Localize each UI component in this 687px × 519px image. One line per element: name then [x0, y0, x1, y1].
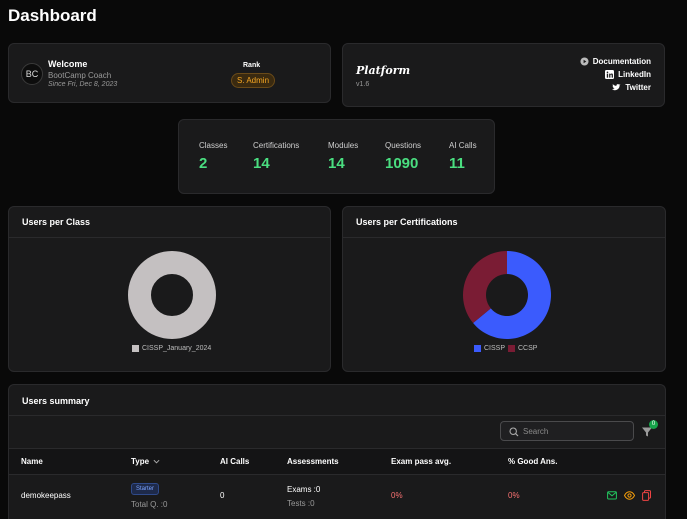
linkedin-link[interactable]: LinkedIn: [605, 70, 651, 79]
legend-item-ccsp[interactable]: CCSP: [508, 345, 537, 352]
stat-ai-calls-value: 11: [449, 155, 465, 172]
users-per-certifications-title: Users per Certifications: [356, 217, 458, 227]
stat-questions-label: Questions: [385, 141, 422, 150]
legend-label: CCSP: [518, 345, 538, 352]
chevron-down-icon: [153, 459, 160, 464]
cell-exams: Exams :0: [287, 485, 321, 494]
linkedin-label: LinkedIn: [618, 70, 651, 79]
users-per-certifications-card: Users per Certifications CISSP CCSP: [342, 206, 666, 372]
stat-certifications-label: Certifications: [253, 141, 300, 150]
legend-swatch: [474, 345, 481, 352]
filter-button[interactable]: 0: [641, 420, 658, 437]
column-header-exam-pass-avg: Exam pass avg.: [391, 457, 452, 466]
cell-total-q: Total Q. :0: [131, 500, 168, 509]
search-input[interactable]: Search: [500, 421, 634, 441]
card-divider: [9, 415, 665, 416]
welcome-title: Welcome: [48, 59, 88, 69]
user-role: BootCamp Coach: [48, 71, 112, 80]
legend-swatch: [132, 345, 139, 352]
eye-icon[interactable]: [624, 491, 635, 500]
users-per-certifications-chart: [463, 251, 551, 339]
stat-ai-calls-label: AI Calls: [449, 141, 477, 150]
stat-modules-value: 14: [328, 155, 345, 172]
search-placeholder: Search: [523, 427, 549, 436]
mail-icon[interactable]: [607, 491, 617, 500]
rank-label: Rank: [243, 62, 261, 69]
cell-ai-calls: 0: [220, 491, 225, 500]
cell-exam-pass-avg: 0%: [391, 491, 403, 500]
stat-modules-label: Modules: [328, 141, 359, 150]
users-per-class-title: Users per Class: [22, 217, 91, 227]
platform-name: Platform: [356, 64, 411, 77]
column-header-assessments: Assessments: [287, 457, 339, 466]
column-header-good-ans: % Good Ans.: [508, 457, 558, 466]
stat-questions-value: 1090: [385, 155, 419, 172]
twitter-icon: [612, 84, 621, 91]
column-header-name: Name: [21, 457, 43, 466]
legend-item-cissp-january-2024[interactable]: CISSP_January_2024: [132, 345, 211, 352]
card-divider: [343, 237, 665, 238]
twitter-label: Twitter: [625, 83, 651, 92]
filter-count-badge: 0: [649, 420, 658, 429]
column-header-ai-calls: AI Calls: [220, 457, 250, 466]
member-since: Since Fri, Dec 8, 2023: [48, 81, 118, 88]
users-per-class-slice-cissp-january-2024[interactable]: [128, 251, 216, 339]
users-summary-card: Users summary Search 0: [8, 384, 666, 519]
column-header-type-label: Type: [131, 457, 150, 466]
welcome-card: BC Welcome BootCamp Coach Since Fri, Dec…: [8, 43, 331, 103]
rank-badge: S. Admin: [231, 73, 276, 88]
type-badge: Starter: [131, 483, 160, 495]
page-title: Dashboard: [8, 6, 97, 25]
cell-tests: Tests :0: [287, 499, 315, 508]
users-per-class-chart: [128, 251, 216, 339]
documentation-label: Documentation: [592, 57, 651, 66]
play-circle-icon: [580, 57, 589, 66]
linkedin-icon: [605, 70, 615, 79]
cell-name: demokeepass: [21, 491, 71, 500]
users-per-class-card: Users per Class CISSP_January_2024: [8, 206, 331, 372]
legend-label: CISSP: [484, 345, 506, 352]
users-per-certifications-slice-ccsp[interactable]: [463, 251, 507, 324]
cell-good-ans: 0%: [508, 491, 520, 500]
stat-classes-label: Classes: [199, 141, 228, 150]
stats-card: Classes 2 Certifications 14 Modules 14 Q…: [178, 119, 495, 194]
stat-classes-value: 2: [199, 155, 208, 172]
card-divider: [9, 237, 330, 238]
legend-label: CISSP_January_2024: [142, 345, 212, 352]
documentation-link[interactable]: Documentation: [580, 57, 651, 66]
search-icon: [509, 427, 519, 437]
legend-item-cissp[interactable]: CISSP: [474, 345, 505, 352]
avatar: BC: [21, 63, 43, 85]
platform-version: v1.6: [356, 81, 370, 88]
stat-certifications-value: 14: [253, 155, 270, 172]
copy-icon[interactable]: [642, 490, 651, 501]
platform-card: Platform v1.6 Documentation LinkedIn Twi…: [342, 43, 665, 107]
legend-swatch: [508, 345, 515, 352]
users-summary-title: Users summary: [22, 396, 90, 406]
twitter-link[interactable]: Twitter: [612, 83, 651, 92]
column-header-type[interactable]: Type: [131, 457, 160, 466]
